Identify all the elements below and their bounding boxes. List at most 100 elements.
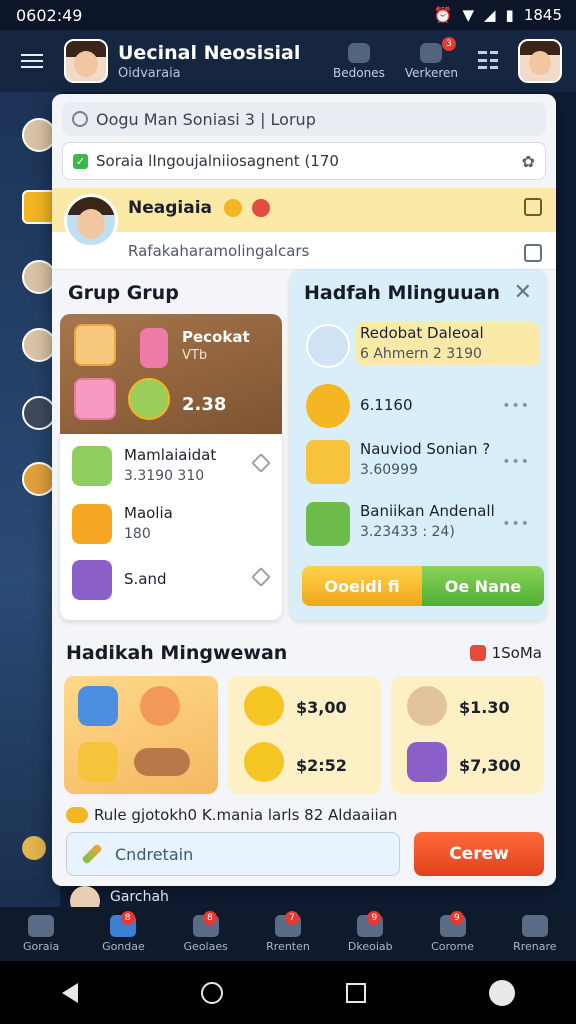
more-icon[interactable]: ••• [502, 516, 530, 532]
search-bar[interactable]: Oogu Man Soniasi 3 | Lorup [62, 102, 546, 136]
back-icon[interactable] [61, 982, 78, 1003]
coin-icon [223, 199, 242, 217]
reward-bundle[interactable] [64, 676, 218, 794]
rule-text-row: Rule gjotokh0 K.mania larls 82 Aldaaiian [66, 806, 397, 824]
gift-row[interactable]: Baniikan Andenall 3.23433 : 24) ••• [302, 496, 538, 554]
nav-gondae[interactable]: 8 Gondae [82, 907, 164, 961]
girl-avatar-icon [74, 378, 116, 420]
chat-avatar[interactable] [22, 260, 56, 294]
gear-icon[interactable]: ✿ [522, 152, 535, 171]
signal-icon: ◢ [484, 6, 496, 24]
gift-icon [78, 686, 118, 726]
gift-row[interactable]: Nauviod Sonian ? 3.60999 ••• [302, 434, 538, 492]
gift-box-icon [407, 742, 447, 782]
user-name-row: Neagiaia [128, 198, 270, 218]
bag-icon [420, 42, 443, 63]
close-icon[interactable]: ✕ [514, 280, 532, 305]
featured-item[interactable]: Pecokat VTb 2.38 [60, 314, 282, 434]
claim-button[interactable]: Ooeidi fi [302, 566, 422, 606]
message-placeholder: Cndretain [115, 844, 194, 864]
coin-icon [244, 686, 284, 726]
group-panel-title: Grup Grup [68, 282, 179, 304]
home-icon[interactable] [200, 981, 223, 1004]
gem-icon [469, 645, 486, 661]
chat-avatar[interactable] [22, 328, 56, 362]
gift-icon [72, 504, 112, 544]
chat-avatar[interactable] [22, 190, 56, 224]
user-avatar[interactable] [64, 194, 118, 248]
search-icon [28, 915, 55, 937]
more-icon[interactable]: ••• [502, 454, 530, 470]
list-item[interactable]: S.and [72, 554, 272, 610]
preview-name: Garchah [110, 889, 169, 905]
user-status: Rafakaharamolingalcars [128, 242, 310, 260]
gift-icon [306, 440, 350, 484]
gift-row[interactable]: Redobat Daleoal 6 Ahmern 2 3190 [302, 318, 538, 376]
chat-avatar[interactable] [22, 396, 56, 430]
reward-item[interactable]: $3,00 $2:52 [228, 676, 381, 794]
profile-avatar[interactable] [518, 39, 562, 83]
chat-avatar[interactable] [22, 118, 56, 152]
reward-item[interactable]: $1.30 $7,300 [391, 676, 544, 794]
chat-avatar[interactable] [22, 462, 56, 496]
check-icon: ✓ [73, 153, 88, 169]
hamburger-icon [21, 50, 43, 72]
key-icon [22, 836, 46, 860]
heart-icon [251, 199, 270, 217]
bedones-button[interactable]: Bedones [333, 42, 385, 80]
weekly-gift-panel: Hadfah Mlinguuan ✕ Redobat Daleoal 6 Ahm… [290, 270, 546, 620]
wallet-icon [72, 446, 112, 486]
status-time: 0602:49 [16, 5, 83, 25]
gift-box-icon [72, 560, 112, 600]
list-view-icon[interactable] [478, 51, 498, 71]
tag-icon[interactable] [251, 567, 271, 587]
assistant-icon[interactable] [488, 979, 515, 1006]
weekly-gift-section: Hadikah Mingwewan 1SoMa $3,00 $2:52 $1.3… [52, 634, 556, 886]
boy-avatar-icon [306, 324, 350, 368]
list-item[interactable]: Maolia 180 [72, 498, 272, 554]
group-list: Mamlaiaidat 3.3190 310 Maolia 180 S.and [60, 434, 282, 620]
user-block: Neagiaia Rafakaharamolingalcars [52, 188, 556, 270]
app-subtitle: Oidvaraia [118, 65, 181, 81]
submit-button[interactable]: Cerew [414, 832, 544, 876]
search-text: Oogu Man Soniasi 3 | Lorup [96, 109, 316, 129]
thumbs-up-icon [244, 742, 284, 782]
more-icon[interactable]: ••• [502, 398, 530, 414]
status-bar: 0602:49 ⏰ ▼ ◢ ▮ 1845 [0, 0, 576, 30]
reward-price: $3,00 [296, 698, 347, 717]
verkeren-badge: 3 [442, 36, 456, 51]
group-avatar[interactable] [64, 39, 108, 83]
nav-geolaes[interactable]: 8 Geolaes [165, 907, 247, 961]
nav-search[interactable]: Goraia [0, 907, 82, 961]
present-icon [306, 502, 350, 546]
user-name: Neagiaia [128, 198, 212, 218]
notice-row[interactable]: ✓ Soraia lIngoujalniiosagnent (170 ✿ [62, 142, 546, 180]
menu-button[interactable] [0, 50, 64, 72]
nav-rrenten[interactable]: 7 Rrenten [247, 907, 329, 961]
nav-dkeoiab[interactable]: 9 Dkeoiab [329, 907, 411, 961]
edit-icon[interactable] [524, 198, 542, 216]
tag-icon[interactable] [251, 453, 271, 473]
bottle-icon [140, 328, 168, 368]
menu-icon [521, 915, 548, 937]
wifi-icon: ▼ [462, 6, 474, 24]
featured-sub: VTb [182, 348, 208, 363]
system-nav-bar [0, 961, 576, 1024]
cat-icon [140, 686, 180, 726]
nav-corome[interactable]: 9 Corome [411, 907, 493, 961]
group-sheet: Oogu Man Soniasi 3 | Lorup ✓ Soraia lIng… [52, 94, 556, 886]
nav-rrenare[interactable]: Rrenare [494, 907, 576, 961]
background-chat-preview[interactable]: Garchah [60, 886, 556, 916]
rule-text: Rule gjotokh0 K.mania larls 82 Aldaaiian [94, 806, 398, 824]
section-counter[interactable]: 1SoMa [469, 644, 542, 662]
recents-icon[interactable] [345, 982, 366, 1003]
gift-row[interactable]: 6.1160 ••• [302, 378, 538, 436]
verkeren-label: Verkeren [404, 65, 458, 80]
list-item[interactable]: Mamlaiaidat 3.3190 310 [72, 440, 272, 496]
verkeren-button[interactable]: 3 Verkeren [404, 36, 458, 80]
featured-title: Pecokat [182, 328, 250, 346]
lock-icon[interactable] [524, 244, 542, 262]
message-input[interactable]: Cndretain [66, 832, 400, 876]
send-button[interactable]: Oe Nane [422, 566, 544, 606]
featured-amount: 2.38 [182, 394, 227, 415]
